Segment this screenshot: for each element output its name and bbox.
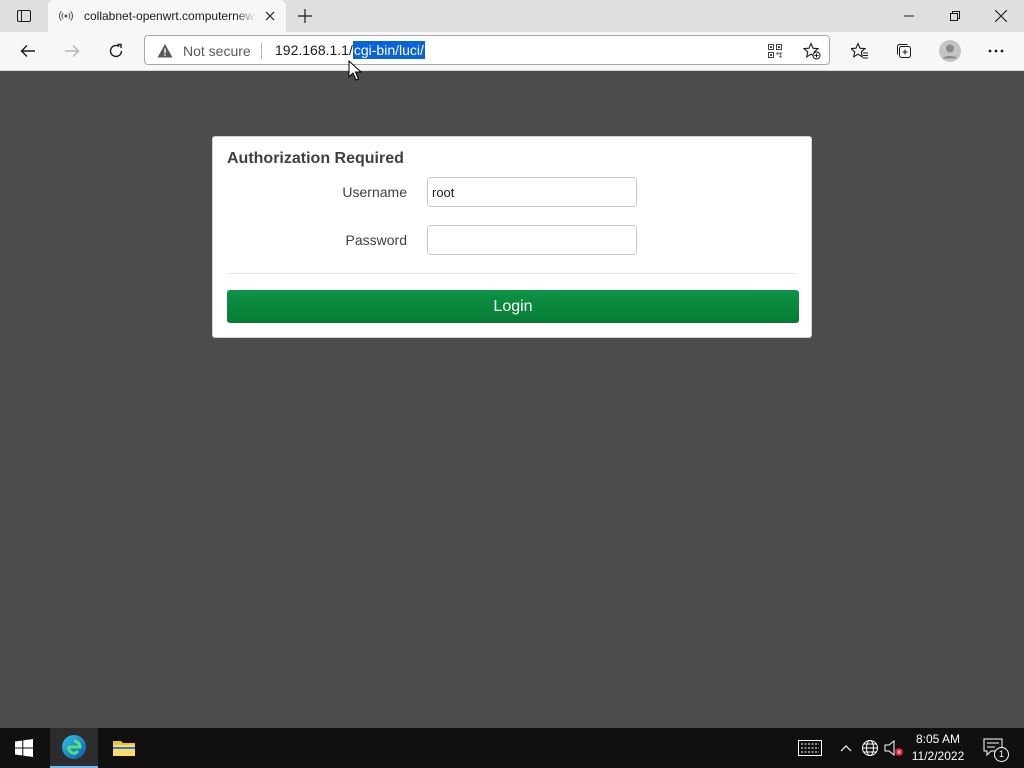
close-icon[interactable] xyxy=(978,0,1024,32)
refresh-icon[interactable] xyxy=(100,35,132,67)
plus-icon[interactable] xyxy=(292,4,318,28)
address-bar[interactable]: Not secure 192.168.1.1/cgi-bin/luci/ xyxy=(144,35,830,65)
mouse-cursor-icon xyxy=(348,60,362,81)
window-controls xyxy=(886,0,1024,32)
taskbar: 8:05 AM 11/2/2022 1 xyxy=(0,728,1024,768)
active-tab[interactable]: collabnet-openwrt.computernewb.com xyxy=(48,0,286,32)
address-divider xyxy=(261,43,262,59)
url-path-selected: cgi-bin/luci/ xyxy=(352,41,425,59)
password-label: Password xyxy=(345,232,407,248)
clock[interactable]: 8:05 AM 11/2/2022 xyxy=(904,731,972,765)
security-label[interactable]: Not secure xyxy=(183,43,251,59)
file-explorer-icon[interactable] xyxy=(100,728,148,768)
notification-icon[interactable]: 1 xyxy=(978,728,1010,768)
add-favorite-icon[interactable] xyxy=(800,39,824,63)
clock-time: 8:05 AM xyxy=(915,732,961,746)
warning-icon[interactable] xyxy=(157,43,173,59)
tab-actions-icon[interactable] xyxy=(8,4,40,28)
browser-toolbar: Not secure 192.168.1.1/cgi-bin/luci/ xyxy=(0,32,1024,71)
edge-icon[interactable] xyxy=(50,728,98,768)
url-host: 192.168.1.1/ xyxy=(275,42,353,58)
keyboard-icon[interactable] xyxy=(796,728,824,768)
username-input[interactable] xyxy=(427,177,637,207)
qr-icon[interactable] xyxy=(763,39,787,63)
login-panel: Authorization Required Username Password… xyxy=(212,136,812,338)
broadcast-icon xyxy=(58,8,74,24)
clock-date: 11/2/2022 xyxy=(911,749,965,763)
more-icon[interactable] xyxy=(980,35,1012,67)
divider xyxy=(227,273,797,274)
tab-title: collabnet-openwrt.computernewb.com xyxy=(84,9,256,23)
close-icon[interactable] xyxy=(262,8,278,24)
notification-count: 1 xyxy=(994,747,1009,762)
password-input[interactable] xyxy=(427,225,637,255)
login-heading: Authorization Required xyxy=(227,150,404,167)
url-text[interactable]: 192.168.1.1/cgi-bin/luci/ xyxy=(275,41,425,59)
collections-icon[interactable] xyxy=(888,35,920,67)
back-icon[interactable] xyxy=(12,35,44,67)
login-button[interactable]: Login xyxy=(227,290,799,323)
tab-strip: collabnet-openwrt.computernewb.com xyxy=(0,0,1024,32)
volume-muted-icon[interactable] xyxy=(882,728,906,768)
restore-icon[interactable] xyxy=(932,0,978,32)
chevron-up-icon[interactable] xyxy=(836,728,856,768)
network-icon[interactable] xyxy=(858,728,882,768)
forward-icon[interactable] xyxy=(56,35,88,67)
profile-icon[interactable] xyxy=(934,35,966,67)
username-label: Username xyxy=(342,184,407,200)
windows-start-icon[interactable] xyxy=(0,728,48,768)
favorites-icon[interactable] xyxy=(844,35,876,67)
minimize-icon[interactable] xyxy=(886,0,932,32)
